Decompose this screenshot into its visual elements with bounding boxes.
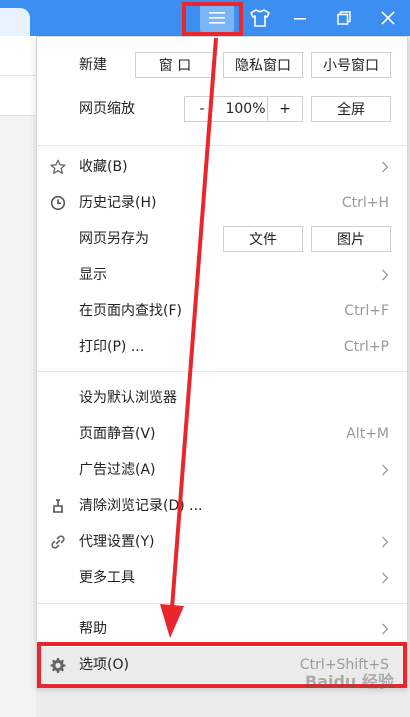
watermark: Baidu 经验 [305, 672, 394, 691]
annotation-arrow [160, 37, 218, 638]
